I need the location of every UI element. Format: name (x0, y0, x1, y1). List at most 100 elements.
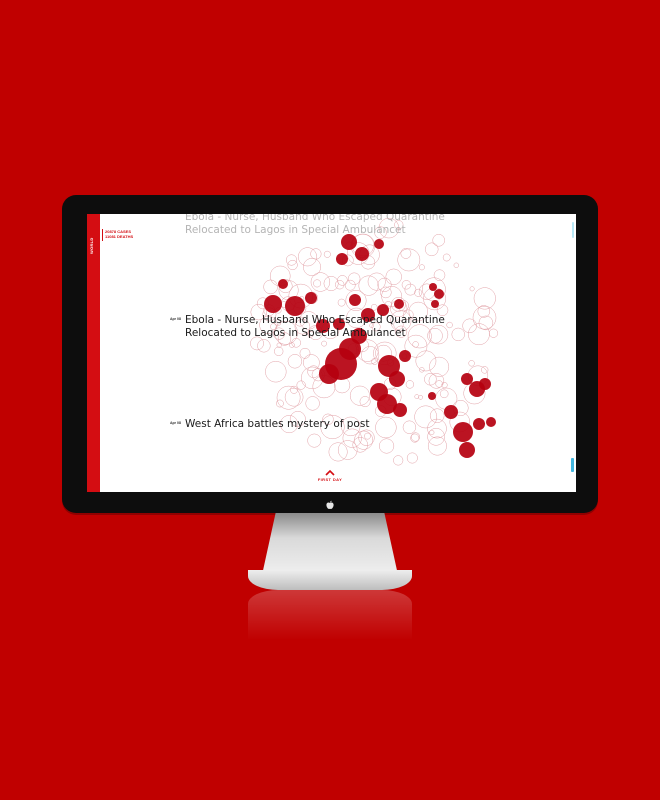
bubble-outline (469, 286, 475, 292)
bubble-outline (303, 258, 321, 276)
bubble-outline (287, 354, 303, 369)
bubble-outline (265, 361, 287, 383)
bubble-visualization (250, 217, 499, 466)
monitor-stand-reflection (248, 590, 412, 640)
bubble-outline (402, 420, 417, 434)
bubble-outline (400, 248, 412, 259)
bubble-outline (323, 276, 339, 291)
scroll-marker-bottom[interactable] (571, 458, 574, 472)
bubble-outline (364, 432, 371, 440)
bubble-filled[interactable] (434, 289, 444, 299)
bubble-filled[interactable] (453, 422, 473, 442)
bubble-outline (468, 323, 490, 346)
bubble-outline (419, 367, 425, 373)
bubble-outline (427, 436, 447, 456)
bubble-outline (348, 272, 361, 285)
bubble-outline (414, 288, 423, 297)
bubble-outline (401, 280, 412, 290)
bubble-outline (274, 346, 284, 356)
bubble-outline (328, 442, 348, 462)
bubble-outline (337, 440, 358, 460)
bubble-outline (354, 430, 374, 450)
screen: WORLD 20878 CASES 11081 DEATHS Ebola - N… (87, 214, 576, 492)
bubble-filled[interactable] (305, 292, 317, 304)
headline-line: West Africa battles mystery of post (185, 418, 370, 430)
bubble-outline (276, 385, 301, 410)
bubble-filled[interactable] (389, 371, 405, 387)
bubble-outline (344, 279, 356, 291)
bubble-outline (477, 305, 491, 318)
bubble-filled[interactable] (431, 300, 439, 308)
bubble-outline (303, 354, 320, 371)
bubble-filled[interactable] (473, 418, 485, 430)
bubble-outline (424, 372, 437, 386)
bubble-outline (375, 416, 397, 439)
scroll-marker-top[interactable] (572, 222, 574, 238)
headline-line: Relocated to Lagos in Special Ambulancet (185, 327, 406, 339)
headline-line: Ebola - Nurse, Husband Who Escaped Quara… (185, 314, 445, 326)
bubble-outline (478, 315, 494, 331)
bubble-outline (310, 248, 322, 260)
headline-line: Relocated to Lagos in Special Ambulancet (185, 224, 406, 236)
date-label: Apr 08 (170, 317, 181, 321)
bubble-outline (263, 279, 278, 295)
first-day-button[interactable]: FIRST DAY (305, 469, 355, 482)
bubble-filled[interactable] (479, 378, 491, 390)
first-day-label: FIRST DAY (317, 477, 343, 482)
bubble-outline (418, 264, 425, 271)
headline[interactable]: West Africa battles mystery of post (185, 418, 369, 431)
bubble-outline (418, 394, 423, 400)
bubble-filled[interactable] (285, 296, 305, 316)
bubble-outline (298, 247, 317, 267)
bubble-outline (414, 394, 420, 399)
bubble-outline (414, 405, 438, 429)
monitor-stand-neck (262, 513, 398, 575)
bubble-filled[interactable] (264, 295, 282, 313)
headline[interactable]: Ebola - Nurse, Husband Who Escaped Quara… (185, 314, 445, 340)
bubble-outline (412, 341, 419, 348)
apple-logo-icon (326, 500, 334, 509)
bubble-outline (379, 438, 395, 454)
bubble-outline (442, 253, 451, 262)
bubble-filled[interactable] (393, 403, 407, 417)
bubble-outline (393, 455, 404, 466)
bubble-filled[interactable] (444, 405, 458, 419)
bubble-filled[interactable] (394, 299, 404, 309)
bubble-outline (453, 262, 459, 268)
bubble-outline (415, 350, 437, 372)
date-label: Apr 08 (170, 421, 181, 425)
bubble-outline (257, 339, 271, 353)
bubble-outline (451, 327, 465, 342)
bubble-filled[interactable] (355, 247, 369, 261)
bubble-outline (488, 328, 499, 338)
bubble-filled[interactable] (336, 253, 348, 265)
headline-faded[interactable]: Ebola - Nurse, Husband Who Escaped Quara… (185, 214, 445, 237)
bubble-outline (481, 366, 489, 374)
bubble-outline (337, 298, 346, 307)
bubble-outline (305, 396, 320, 411)
bubble-filled[interactable] (428, 392, 436, 400)
bubble-outline (427, 418, 447, 439)
bubble-filled[interactable] (486, 417, 496, 427)
bubble-outline (406, 452, 418, 464)
monitor-stand-base (248, 570, 412, 590)
bubble-filled[interactable] (461, 373, 473, 385)
bubble-outline (404, 283, 417, 296)
bubble-outline (380, 286, 392, 299)
bubble-filled[interactable] (349, 294, 361, 306)
bubble-filled[interactable] (429, 283, 437, 291)
bubble-outline (424, 242, 439, 257)
bubble-outline (405, 380, 415, 389)
bubble-outline (299, 347, 311, 359)
bubble-outline (276, 399, 284, 408)
bubble-filled[interactable] (399, 350, 411, 362)
bubble-outline (385, 268, 402, 285)
bubble-filled[interactable] (459, 442, 475, 458)
bubble-filled[interactable] (278, 279, 288, 289)
bubble-outline (462, 318, 477, 334)
bubble-outline (468, 360, 475, 367)
bubble-outline (321, 340, 327, 347)
bubble-filled[interactable] (319, 364, 339, 384)
bubble-filled[interactable] (374, 239, 384, 249)
bubble-outline (429, 356, 450, 377)
